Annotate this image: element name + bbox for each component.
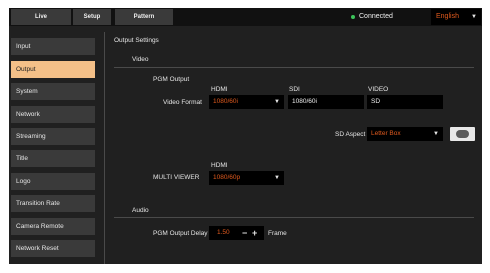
plus-icon[interactable]: + xyxy=(252,226,257,240)
multiviewer-hdmi-head: HDMI xyxy=(211,162,228,169)
connection-status-text: Connected xyxy=(359,13,393,20)
pgm-output-delay-label: PGM Output Delay xyxy=(153,230,208,237)
status-dot-icon xyxy=(351,15,355,19)
video-divider xyxy=(114,67,474,68)
connection-status: Connected xyxy=(351,9,393,25)
language-value: English xyxy=(436,13,459,20)
hdmi-column-head: HDMI xyxy=(211,86,228,93)
sd-aspect-value: Letter Box xyxy=(371,130,401,137)
tab-pattern[interactable]: Pattern xyxy=(115,9,173,25)
video-format-label: Video Format xyxy=(163,99,202,106)
audio-divider xyxy=(114,217,474,218)
multiviewer-format-select[interactable]: 1080/60p ▼ xyxy=(209,171,284,185)
sd-aspect-select[interactable]: Letter Box ▼ xyxy=(367,127,443,141)
sdi-format-field[interactable]: 1080/60i xyxy=(288,95,364,109)
sidebar-divider xyxy=(104,32,105,264)
pgm-output-label: PGM Output xyxy=(153,76,190,83)
sidebar-item-streaming[interactable]: Streaming xyxy=(11,128,95,145)
sidebar-item-input[interactable]: Input xyxy=(11,38,95,55)
chevron-down-icon: ▼ xyxy=(433,131,439,137)
sidebar-item-system[interactable]: System xyxy=(11,83,95,100)
sidebar-item-network-reset[interactable]: Network Reset xyxy=(11,240,95,257)
multiviewer-format-value: 1080/60p xyxy=(213,174,241,181)
sidebar-item-logo[interactable]: Logo xyxy=(11,173,95,190)
top-bar: Live Setup Pattern Connected English ▼ xyxy=(9,8,482,26)
chevron-down-icon: ▼ xyxy=(274,175,280,181)
chevron-down-icon: ▼ xyxy=(274,99,280,105)
video-section-title: Video xyxy=(132,56,149,63)
sidebar-item-output[interactable]: Output xyxy=(11,61,95,78)
sd-aspect-label: SD Aspect xyxy=(335,131,366,138)
pgm-output-delay-field[interactable]: 1.50 − + xyxy=(209,226,264,240)
sdi-column-head: SDI xyxy=(289,86,300,93)
hdmi-format-select[interactable]: 1080/60i ▼ xyxy=(209,95,284,109)
tab-live[interactable]: Live xyxy=(11,9,71,25)
delay-unit-label: Frame xyxy=(268,230,287,237)
video-format-field[interactable]: SD xyxy=(367,95,443,109)
tab-setup[interactable]: Setup xyxy=(73,9,111,25)
sidebar-item-network[interactable]: Network xyxy=(11,106,95,123)
video-column-head: VIDEO xyxy=(368,86,389,93)
minus-icon[interactable]: − xyxy=(242,226,247,240)
video-format-value: SD xyxy=(371,98,381,105)
sd-aspect-toggle[interactable] xyxy=(450,127,475,141)
page-title: Output Settings xyxy=(114,37,159,44)
toggle-knob-icon xyxy=(456,130,469,138)
pgm-output-delay-value: 1.50 xyxy=(217,229,230,236)
chevron-down-icon: ▼ xyxy=(471,14,477,20)
main-panel: Output Settings Video PGM Output HDMI SD… xyxy=(106,32,482,264)
app-window: Live Setup Pattern Connected English ▼ I… xyxy=(9,8,482,264)
hdmi-format-value: 1080/60i xyxy=(213,98,238,105)
audio-section-title: Audio xyxy=(132,207,149,214)
multiviewer-label: MULTI VIEWER xyxy=(153,174,200,181)
sidebar-item-transition-rate[interactable]: Transition Rate xyxy=(11,195,95,212)
sidebar-item-camera-remote[interactable]: Camera Remote xyxy=(11,218,95,235)
language-select[interactable]: English ▼ xyxy=(431,9,481,25)
sdi-format-value: 1080/60i xyxy=(292,98,317,105)
sidebar-item-title[interactable]: Title xyxy=(11,150,95,167)
